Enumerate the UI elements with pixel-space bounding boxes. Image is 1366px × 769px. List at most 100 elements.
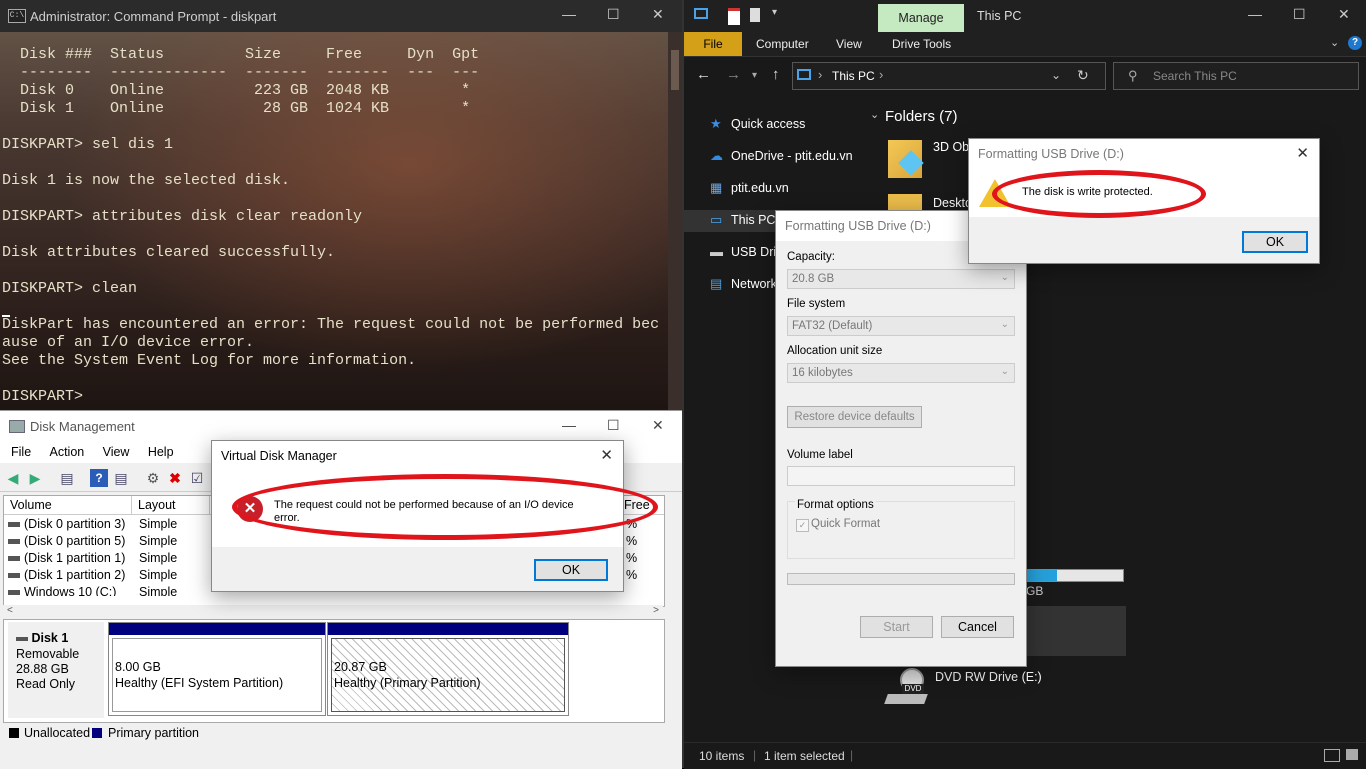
new-folder-icon[interactable] <box>750 8 760 22</box>
folders-header[interactable]: Folders (7) <box>885 108 958 125</box>
expand-ribbon-icon[interactable]: ⌄ <box>1330 36 1339 49</box>
address-bar[interactable]: › This PC › ⌄ ↻ <box>792 62 1106 90</box>
help-icon[interactable]: ? <box>90 469 108 487</box>
close-button[interactable]: ✕ <box>652 417 664 434</box>
tab-view[interactable]: View <box>836 37 862 51</box>
check-icon[interactable]: ☑ <box>188 469 206 487</box>
vdm-title-bar[interactable]: Virtual Disk Manager ✕ <box>212 441 623 471</box>
format-options-group: Format options ✓ Quick Format <box>787 499 1015 559</box>
format-progress-bar <box>787 573 1015 585</box>
quick-format-label: Quick Format <box>811 518 881 530</box>
tab-drive-tools[interactable]: Drive Tools <box>892 37 951 51</box>
delete-icon[interactable]: ✖ <box>166 469 184 487</box>
cmd-scrollbar[interactable] <box>668 32 682 410</box>
ok-button[interactable]: OK <box>534 559 608 581</box>
maximize-button[interactable]: ☐ <box>607 6 620 23</box>
capacity-select[interactable]: 20.8 GB ⌄ <box>787 269 1015 289</box>
wp-title-bar[interactable]: Formatting USB Drive (D:) ✕ <box>969 139 1319 169</box>
back-arrow-icon[interactable]: ← <box>696 66 711 83</box>
allocation-unit-select[interactable]: 16 kilobytes ⌄ <box>787 363 1015 383</box>
tab-computer[interactable]: Computer <box>756 37 809 51</box>
dm-title-bar[interactable]: Disk Management — ☐ ✕ <box>0 411 682 441</box>
building-icon: ▦ <box>710 180 723 195</box>
computer-icon <box>694 8 708 19</box>
volume-icon <box>8 573 20 578</box>
quick-format-checkbox[interactable]: ✓ <box>796 519 809 532</box>
chevron-down-icon[interactable]: ▾ <box>772 7 777 18</box>
properties-icon[interactable] <box>728 8 740 25</box>
allocation-unit-label: Allocation unit size <box>787 345 883 357</box>
start-button[interactable]: Start <box>860 616 933 638</box>
breadcrumb-separator: › <box>879 67 884 82</box>
back-arrow-icon[interactable]: ◀ <box>4 469 22 487</box>
volume-label-input[interactable] <box>787 466 1015 486</box>
file-system-label: File system <box>787 298 846 310</box>
volume-icon <box>8 556 20 561</box>
menu-view[interactable]: View <box>103 441 130 463</box>
cancel-button[interactable]: Cancel <box>941 616 1014 638</box>
close-button[interactable]: ✕ <box>652 6 664 23</box>
list-view-icon[interactable]: ▤ <box>58 469 76 487</box>
column-layout[interactable]: Layout <box>138 498 176 512</box>
forward-arrow-icon[interactable]: → <box>726 66 741 83</box>
minimize-button[interactable]: — <box>562 6 576 22</box>
network-icon: ▤ <box>710 276 723 291</box>
forward-arrow-icon[interactable]: ▶ <box>26 469 44 487</box>
efi-partition[interactable]: 8.00 GB Healthy (EFI System Partition) <box>108 622 326 716</box>
close-button[interactable]: ✕ <box>1296 144 1309 162</box>
menu-action[interactable]: Action <box>50 441 85 463</box>
up-arrow-icon[interactable]: ↑ <box>772 66 780 83</box>
tab-manage[interactable]: Manage <box>878 4 964 32</box>
help-icon[interactable]: ? <box>1348 36 1362 50</box>
chevron-down-icon[interactable]: ⌄ <box>1051 68 1061 82</box>
legend-swatch-unallocated <box>9 728 19 738</box>
connect-icon[interactable]: ⚙ <box>144 469 162 487</box>
text-cursor <box>2 315 10 317</box>
disk-icon <box>16 636 28 641</box>
ok-button[interactable]: OK <box>1242 231 1308 253</box>
legend-unallocated: Unallocated <box>24 726 91 740</box>
restore-defaults-button[interactable]: Restore device defaults <box>787 406 922 428</box>
dvd-drive-icon: DVD <box>884 668 928 708</box>
chevron-down-icon[interactable]: ⌄ <box>870 108 879 121</box>
cmd-title-bar[interactable]: C:\ Administrator: Command Prompt - disk… <box>0 0 682 32</box>
menu-file[interactable]: File <box>11 441 31 463</box>
menu-help[interactable]: Help <box>148 441 174 463</box>
search-input[interactable]: ⚲ Search This PC <box>1113 62 1359 90</box>
list-horizontal-scrollbar[interactable]: < > <box>3 605 663 617</box>
breadcrumb[interactable]: This PC <box>832 69 875 83</box>
legend-primary: Primary partition <box>108 726 199 740</box>
status-bar: 10 items | 1 item selected | <box>684 742 1366 769</box>
close-button[interactable]: ✕ <box>600 446 613 464</box>
recent-dropdown-icon[interactable]: ▾ <box>752 70 757 81</box>
primary-partition[interactable]: 20.87 GB Healthy (Primary Partition) <box>327 622 569 716</box>
maximize-button[interactable]: ☐ <box>607 417 620 434</box>
explorer-title-bar[interactable]: ▾ Manage This PC — ☐ ✕ <box>684 0 1366 32</box>
file-system-select[interactable]: FAT32 (Default) ⌄ <box>787 316 1015 336</box>
dm-title: Disk Management <box>30 419 135 434</box>
close-button[interactable]: ✕ <box>1338 6 1350 23</box>
large-icons-view-icon[interactable] <box>1346 749 1358 760</box>
cloud-icon: ☁ <box>710 148 723 163</box>
format-title: Formatting USB Drive (D:) <box>785 219 931 233</box>
disk-management-icon <box>9 420 25 433</box>
map-scrollbar[interactable] <box>666 620 680 722</box>
search-icon: ⚲ <box>1128 68 1138 83</box>
column-volume[interactable]: Volume <box>10 498 52 512</box>
refresh-icon[interactable]: ↻ <box>1077 67 1089 84</box>
disk-name: Disk 1 <box>31 631 69 645</box>
vdm-title: Virtual Disk Manager <box>221 449 337 463</box>
details-view-icon[interactable] <box>1324 749 1340 762</box>
volume-icon <box>8 539 20 544</box>
dvd-drive[interactable]: DVD DVD RW Drive (E:) <box>884 666 1084 712</box>
tab-file[interactable]: File <box>684 32 742 56</box>
disk-type: Removable <box>16 647 80 661</box>
chevron-down-icon: ⌄ <box>1000 366 1009 377</box>
red-annotation-ring <box>232 474 658 540</box>
maximize-button[interactable]: ☐ <box>1293 6 1306 23</box>
disk-1-info[interactable]: Disk 1 Removable 28.88 GB Read Only <box>8 622 104 718</box>
minimize-button[interactable]: — <box>1248 6 1262 22</box>
properties-icon[interactable]: ▤ <box>112 469 130 487</box>
cmd-output[interactable]: Disk ### Status Size Free Dyn Gpt ------… <box>2 46 668 406</box>
minimize-button[interactable]: — <box>562 417 576 433</box>
